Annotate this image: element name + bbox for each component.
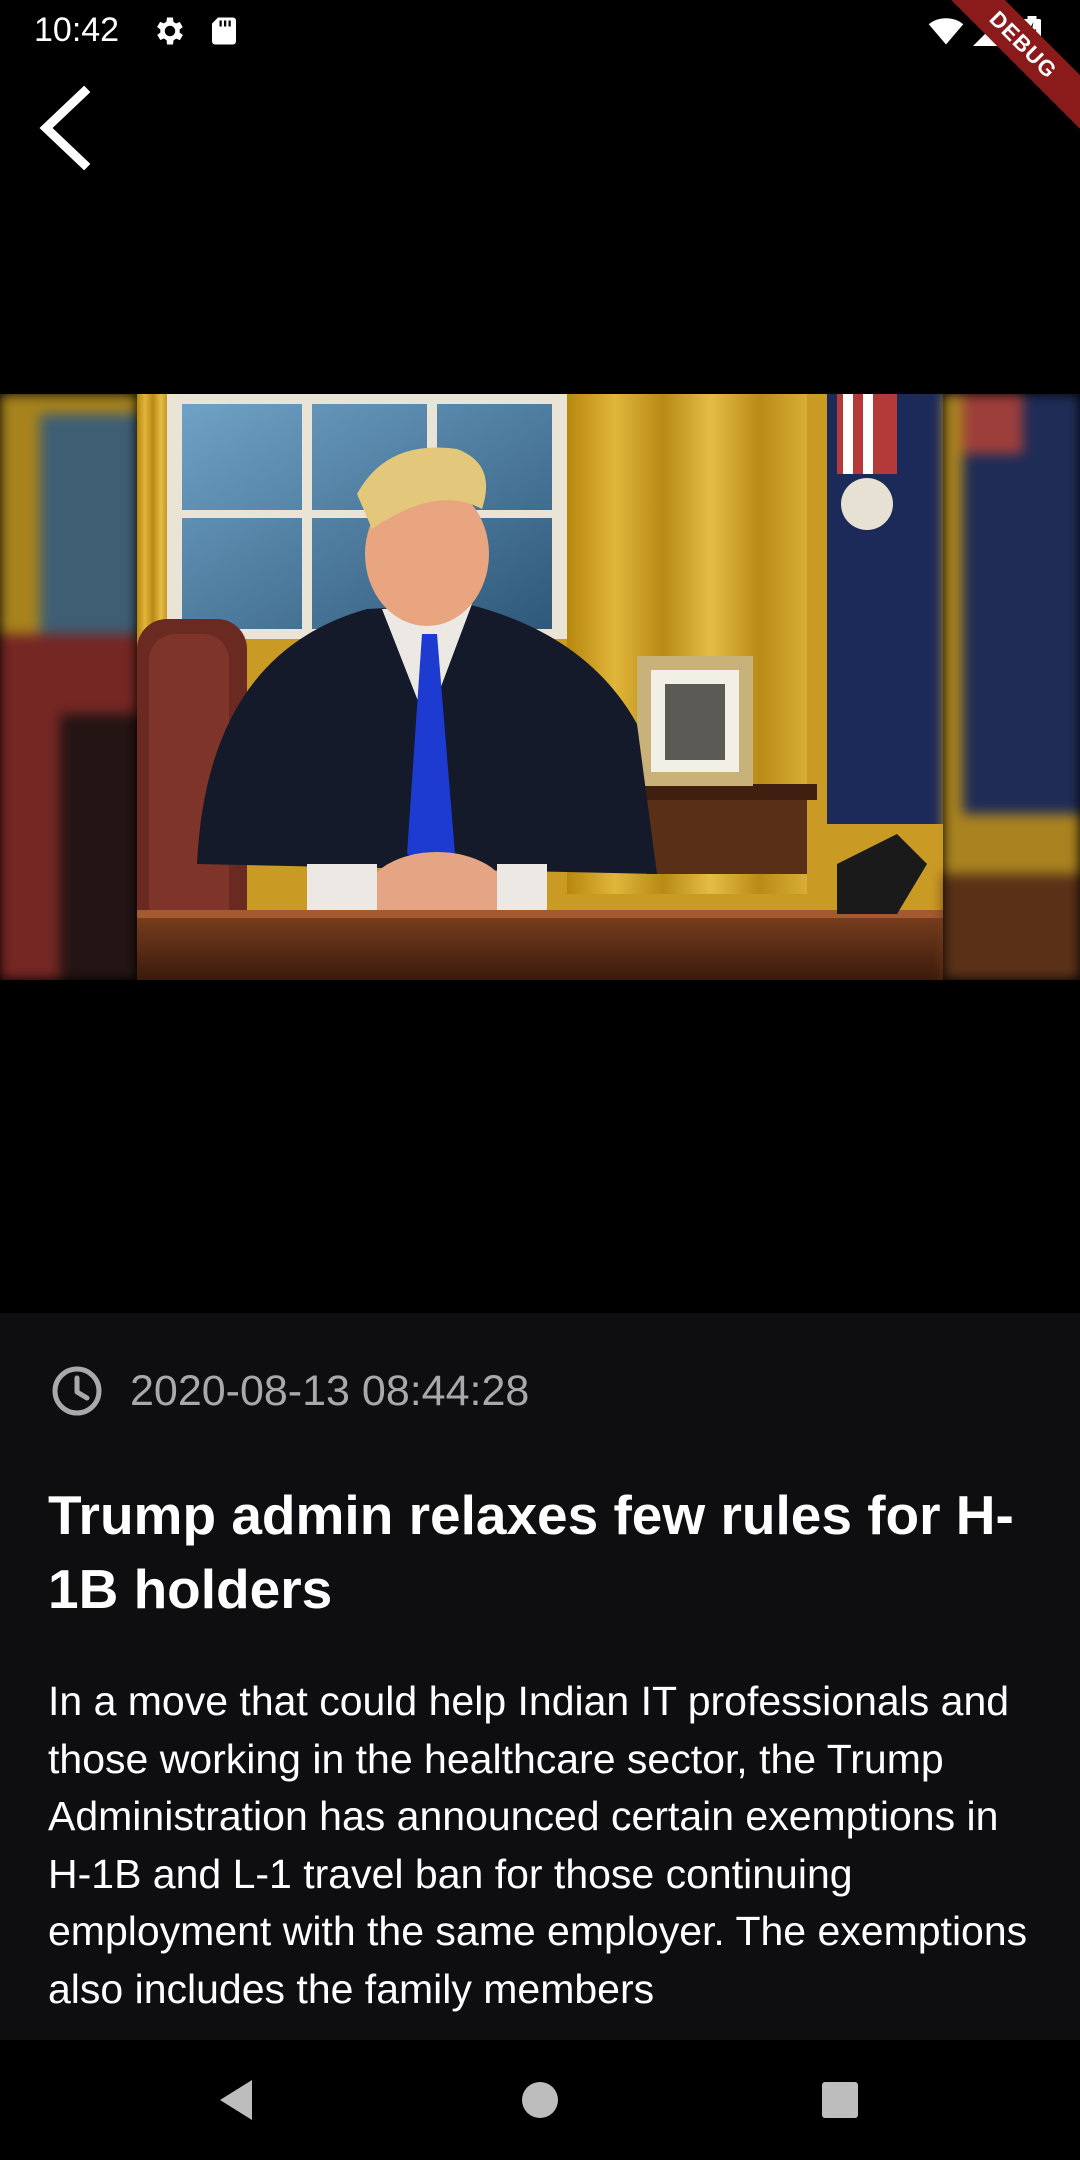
chevron-left-icon <box>39 85 91 171</box>
wifi-icon <box>928 13 964 49</box>
home-circle-icon <box>522 2082 558 2118</box>
nav-recents-button[interactable] <box>810 2070 870 2130</box>
nav-back-button[interactable] <box>208 2070 268 2130</box>
nav-home-button[interactable] <box>510 2070 570 2130</box>
recents-square-icon <box>822 2082 858 2118</box>
settings-gear-icon <box>152 13 188 49</box>
main-photo[interactable] <box>137 394 943 980</box>
sd-card-icon <box>206 13 242 49</box>
image-carousel[interactable] <box>0 394 1080 980</box>
system-nav-bar <box>0 2040 1080 2160</box>
article-body: In a move that could help Indian IT prof… <box>48 1678 1028 2012</box>
clock-icon <box>50 1364 104 1418</box>
previous-photo[interactable] <box>0 394 137 980</box>
article-date: 2020-08-13 08:44:28 <box>130 1366 530 1415</box>
back-button[interactable] <box>28 80 108 176</box>
article-panel[interactable]: 2020-08-13 08:44:28 Trump admin relaxes … <box>0 1313 1080 2040</box>
back-triangle-icon <box>220 2080 252 2120</box>
status-time: 10:42 <box>34 11 120 49</box>
status-bar: 10:42 DEBUG <box>0 0 1080 140</box>
article-title: Trump admin relaxes few rules for H-1B h… <box>48 1484 1014 1620</box>
date-row: 2020-08-13 08:44:28 <box>50 1363 529 1419</box>
next-photo[interactable] <box>943 394 1080 980</box>
